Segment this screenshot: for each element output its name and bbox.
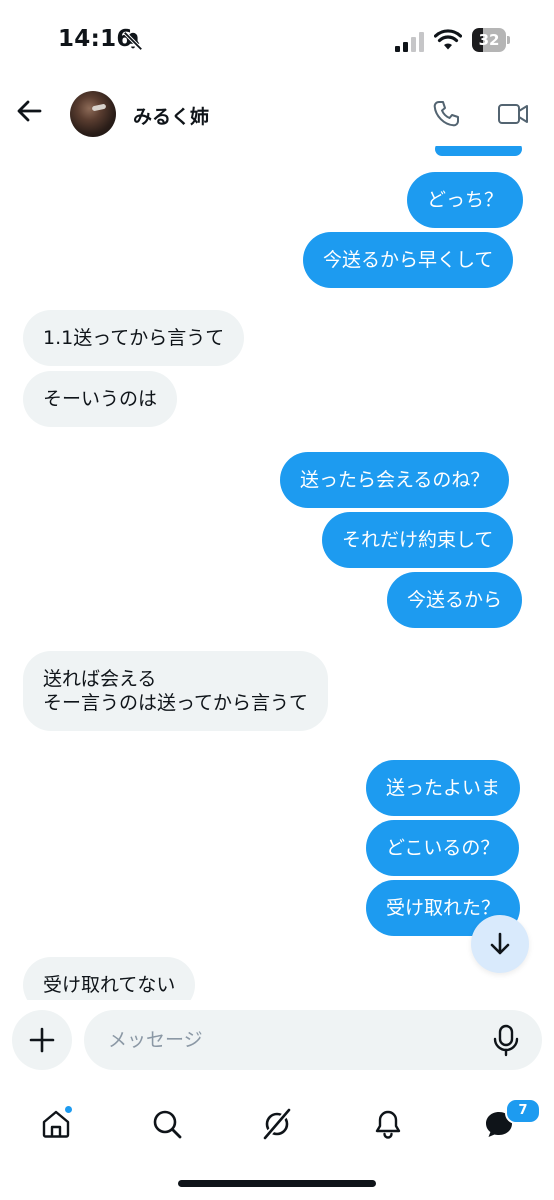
message-bubble-outgoing[interactable]: どっち？ (407, 172, 524, 228)
unread-badge: 7 (505, 1098, 541, 1124)
back-arrow-icon[interactable] (12, 94, 46, 128)
message-bubble-outgoing[interactable]: 送ったら会えるのね？ (280, 452, 510, 508)
video-camera-icon[interactable] (496, 98, 530, 130)
message-bubble-outgoing[interactable]: 送ったよいま (366, 760, 521, 816)
bell-slash-icon (123, 31, 143, 51)
microphone-icon[interactable] (488, 1022, 524, 1058)
message-text: どこいるの？ (386, 837, 500, 859)
nav-grok[interactable] (249, 1096, 305, 1152)
message-bubble-incoming[interactable]: そーいうのは (23, 371, 178, 427)
arrow-down-icon (490, 932, 510, 955)
nav-messages[interactable]: 7 (471, 1096, 541, 1152)
dm-conversation-screen: 14:16 32 みるく姉 どっち？ 今送るから早くして 1.1送ってから言うて… (0, 0, 554, 1200)
plus-icon (29, 1027, 55, 1053)
message-text: それだけ約束して (342, 529, 494, 551)
status-bar: 14:16 32 (0, 0, 554, 82)
conversation-header: みるく姉 (0, 82, 554, 146)
contact-avatar[interactable] (70, 91, 116, 137)
message-input[interactable] (84, 1010, 542, 1070)
message-text: 受け取れてない (43, 974, 176, 996)
battery-icon: 32 (472, 28, 510, 52)
nav-notifications[interactable] (360, 1096, 416, 1152)
nav-home[interactable] (28, 1096, 84, 1152)
message-text-line: 送れば会える (43, 668, 157, 690)
message-bubble-incoming[interactable]: 受け取れてない (23, 957, 196, 1000)
message-bubble-incoming[interactable]: 1.1送ってから言うて (23, 310, 245, 366)
message-bubble-outgoing[interactable]: 今送るから (387, 572, 523, 628)
message-bubble-outgoing[interactable]: どこいるの？ (366, 820, 520, 876)
grok-icon (262, 1108, 292, 1140)
bell-icon (375, 1110, 401, 1139)
search-icon (153, 1110, 182, 1139)
home-indicator (178, 1180, 376, 1187)
message-bubble-outgoing[interactable] (435, 146, 522, 156)
phone-icon[interactable] (430, 98, 462, 130)
new-activity-dot (64, 1105, 73, 1114)
attach-button[interactable] (12, 1010, 72, 1070)
message-bubble-outgoing[interactable]: それだけ約束して (322, 512, 514, 568)
cellular-signal-icon (395, 32, 424, 52)
message-composer (0, 1000, 554, 1082)
message-text: どっち？ (427, 189, 504, 211)
message-text: 1.1送ってから言うて (43, 327, 225, 349)
bottom-navigation: 7 (0, 1082, 554, 1200)
message-text: 今送るから早くして (323, 249, 494, 271)
wifi-icon (434, 29, 462, 50)
nav-search[interactable] (139, 1096, 195, 1152)
message-text-line: そー言うのは送ってから言うて (43, 692, 309, 714)
message-text: そーいうのは (43, 388, 158, 410)
message-text: 送ったら会えるのね？ (300, 469, 490, 491)
message-bubble-incoming[interactable]: 送れば会える そー言うのは送ってから言うて (23, 651, 329, 731)
contact-name[interactable]: みるく姉 (133, 102, 209, 129)
message-text: 受け取れた？ (386, 897, 501, 919)
battery-level: 32 (478, 31, 500, 49)
message-text: 今送るから (407, 589, 503, 611)
scroll-to-bottom-button[interactable] (471, 915, 529, 973)
message-text: 送ったよいま (386, 777, 501, 799)
message-list[interactable]: どっち？ 今送るから早くして 1.1送ってから言うて そーいうのは 送ったら会え… (0, 146, 554, 1000)
message-bubble-outgoing[interactable]: 今送るから早くして (303, 232, 514, 288)
